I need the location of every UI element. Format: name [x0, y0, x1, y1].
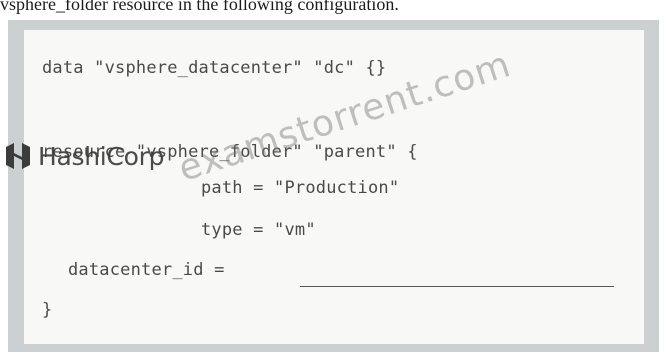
answer-blank-line: [300, 286, 614, 287]
code-line-type: type = "vm": [201, 220, 316, 240]
code-line-datacenter-id: datacenter_id =: [68, 260, 225, 280]
hashicorp-logo-text: HashiCorp: [38, 141, 165, 171]
hashicorp-logo-icon: [6, 143, 30, 169]
code-line-closing-brace: }: [42, 300, 53, 320]
question-caption: vsphere_folder resource in the following…: [0, 0, 399, 14]
code-line-datacenter: data "vsphere_datacenter" "dc" {}: [42, 58, 387, 78]
code-panel: data "vsphere_datacenter" "dc" {} resour…: [24, 30, 644, 344]
code-line-path: path = "Production": [201, 178, 400, 198]
hashicorp-logo: HashiCorp: [4, 136, 164, 176]
